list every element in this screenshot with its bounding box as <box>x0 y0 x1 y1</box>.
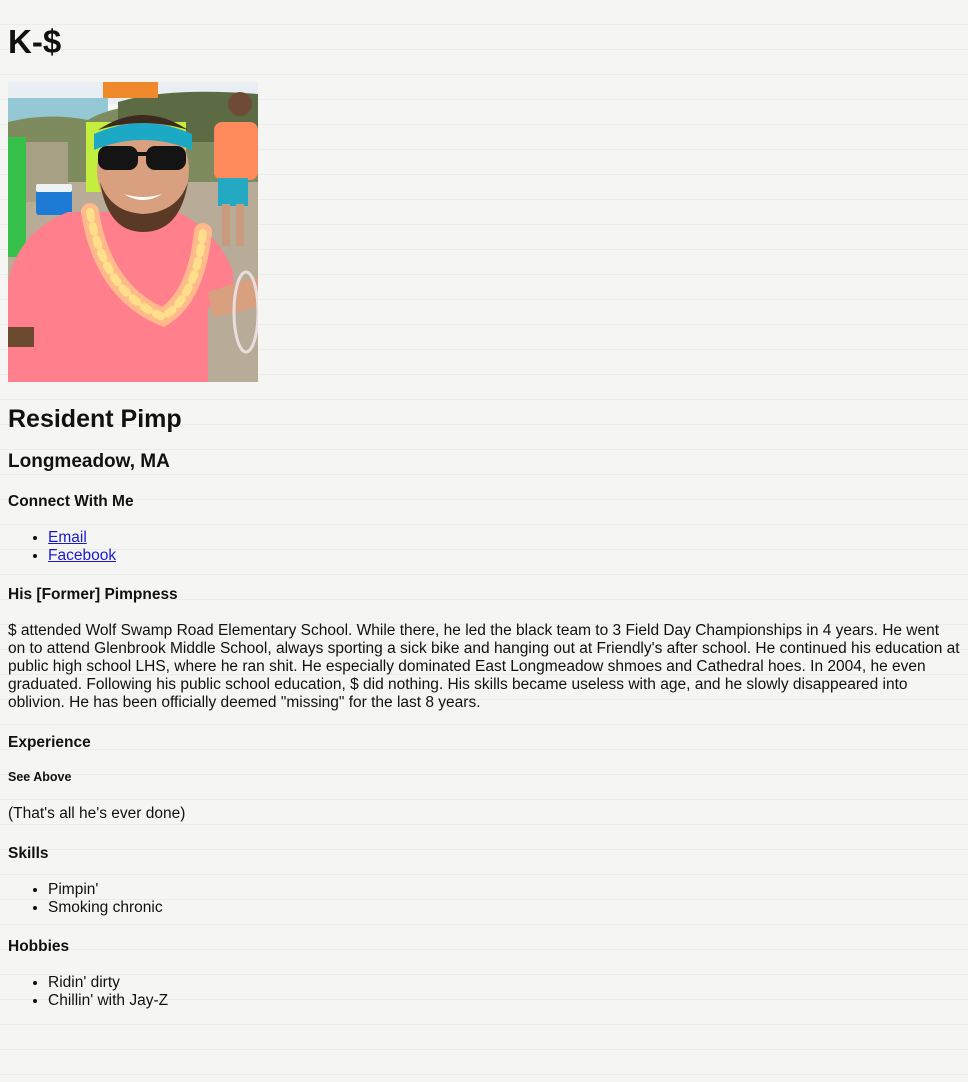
profile-title: Resident Pimp <box>8 405 182 433</box>
experience-subheading: See Above <box>8 770 72 784</box>
skills-list: Pimpin' Smoking chronic <box>8 881 960 917</box>
email-link[interactable]: Email <box>48 529 87 546</box>
location: Longmeadow, MA <box>8 451 170 472</box>
profile-photo <box>8 82 258 382</box>
profile-name: K-$ <box>8 23 62 60</box>
list-item: Email <box>48 529 960 547</box>
hobbies-heading: Hobbies <box>8 938 70 955</box>
skills-heading: Skills <box>8 845 49 862</box>
list-item: Facebook <box>48 547 960 565</box>
experience-text: (That's all he's ever done) <box>8 805 186 822</box>
list-item: Ridin' dirty <box>48 974 960 992</box>
experience-heading: Experience <box>8 734 91 751</box>
facebook-link[interactable]: Facebook <box>48 547 116 564</box>
bio-heading: His [Former] Pimpness <box>8 586 178 603</box>
list-item: Chillin' with Jay-Z <box>48 992 960 1010</box>
list-item: Smoking chronic <box>48 899 960 917</box>
connect-heading: Connect With Me <box>8 493 134 510</box>
bio-text: $ attended Wolf Swamp Road Elementary Sc… <box>8 622 960 711</box>
hobbies-list: Ridin' dirty Chillin' with Jay-Z <box>8 974 960 1010</box>
connect-list: Email Facebook <box>8 529 960 565</box>
list-item: Pimpin' <box>48 881 960 899</box>
